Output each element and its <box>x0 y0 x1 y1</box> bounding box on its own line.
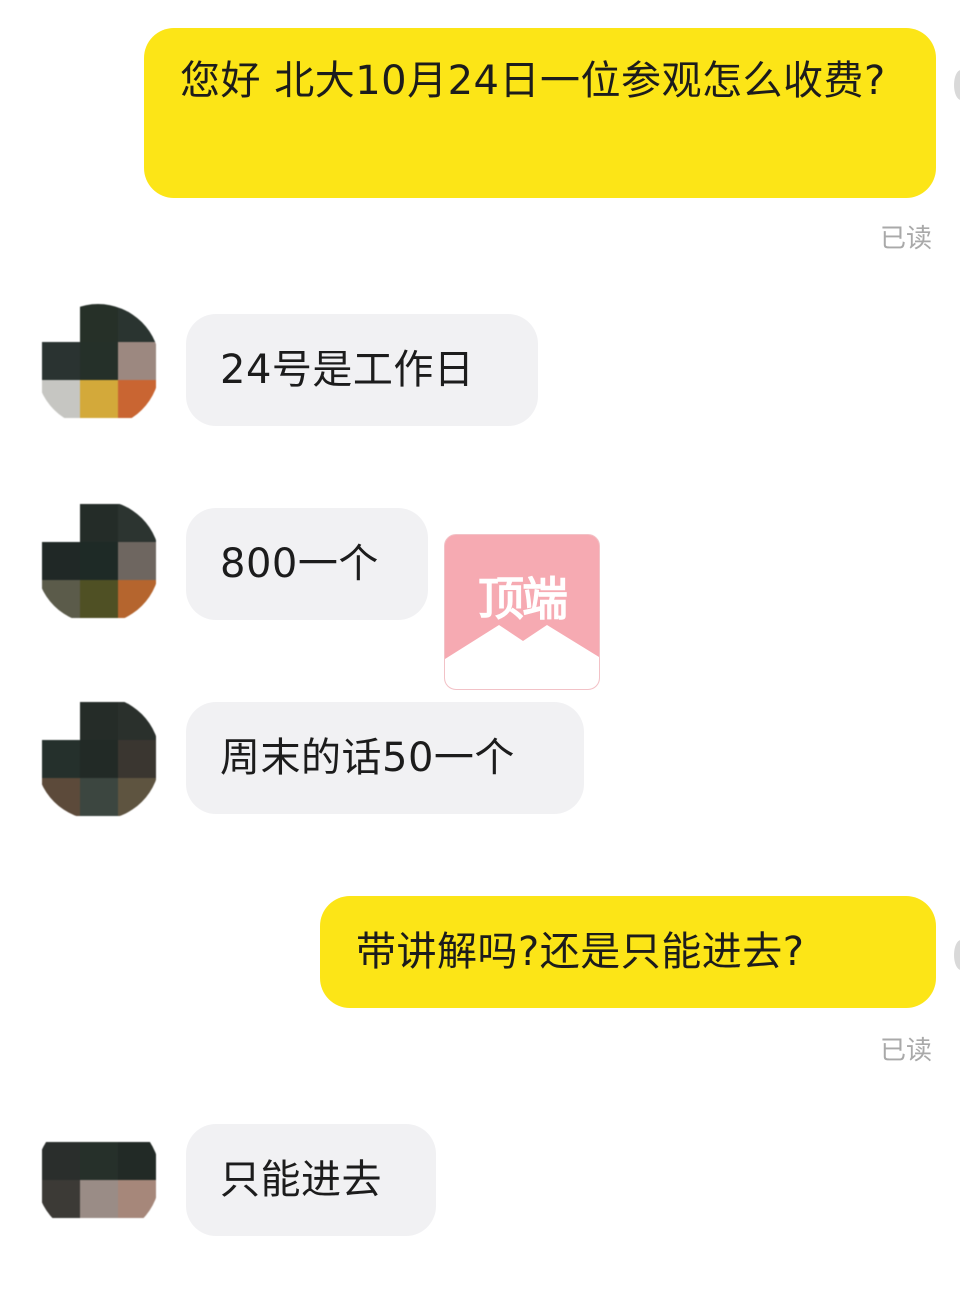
incoming-message-bubble[interactable]: 周末的话50一个 <box>186 702 584 814</box>
message-text: 您好 北大10月24日一位参观怎么收费? <box>180 58 886 104</box>
message-text: 只能进去 <box>220 1157 382 1203</box>
read-receipt: 已读 <box>880 223 933 253</box>
incoming-message-bubble[interactable]: 800一个 <box>186 508 428 620</box>
outgoing-message-bubble[interactable]: 带讲解吗?还是只能进去? <box>320 896 936 1008</box>
message-text: 周末的话50一个 <box>220 735 515 781</box>
message-text: 800一个 <box>220 541 379 587</box>
contact-avatar[interactable] <box>36 500 160 624</box>
envelope-icon <box>445 625 599 689</box>
read-receipt: 已读 <box>880 1035 933 1065</box>
contact-avatar[interactable] <box>36 1114 160 1238</box>
incoming-message-bubble[interactable]: 只能进去 <box>186 1124 436 1236</box>
incoming-message-bubble[interactable]: 24号是工作日 <box>186 314 538 426</box>
edge-indicator-icon <box>954 940 960 970</box>
chat-screen: { "conversation": { "messages": [ { "dir… <box>0 0 960 1311</box>
outgoing-message-bubble[interactable]: 您好 北大10月24日一位参观怎么收费? <box>144 28 936 198</box>
message-text: 24号是工作日 <box>220 347 475 393</box>
contact-avatar[interactable] <box>36 304 160 428</box>
edge-indicator-icon <box>954 70 960 100</box>
watermark-logo: 顶端 <box>444 534 600 690</box>
message-text: 带讲解吗?还是只能进去? <box>356 929 805 975</box>
contact-avatar[interactable] <box>36 696 160 820</box>
